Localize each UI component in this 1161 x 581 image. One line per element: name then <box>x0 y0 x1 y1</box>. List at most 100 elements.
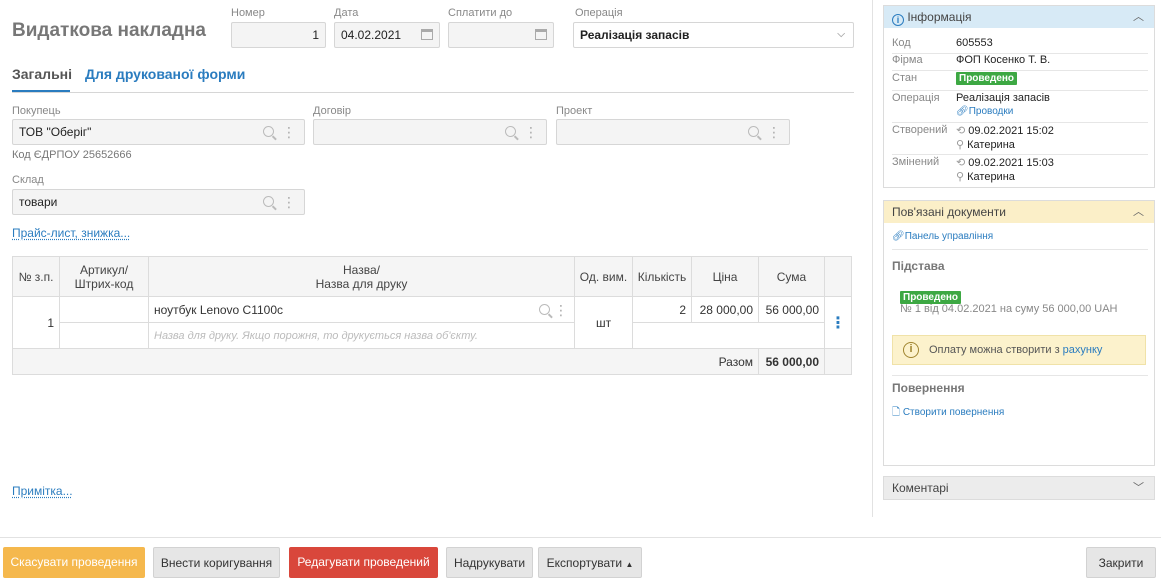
table-row-print-name[interactable]: Назва для друку. Якщо порожня, то друкує… <box>13 322 852 349</box>
date-label: Дата <box>334 7 359 19</box>
col-unit: Од. вим. <box>574 256 633 297</box>
chevron-up-icon[interactable]: ︿ <box>1133 201 1144 223</box>
operation-label: Операція <box>575 7 623 19</box>
col-qty: Кількість <box>632 256 692 297</box>
page-title: Видаткова накладна <box>12 20 206 41</box>
info-row-operation: Операція Реалізація запасів 🔗︎Проводки <box>892 92 1050 117</box>
edit-posted-button[interactable]: Редагувати проведений <box>289 547 438 578</box>
items-table: № з.п. Артикул/ Штрих-код Назва/ Назва д… <box>12 256 852 375</box>
calendar-icon[interactable] <box>421 29 433 40</box>
project-label: Проект <box>556 105 593 117</box>
number-field[interactable]: 1 <box>231 22 326 48</box>
col-sum: Сума <box>758 256 825 297</box>
search-icon[interactable] <box>748 126 759 137</box>
col-actions <box>824 256 852 297</box>
pricelist-link[interactable]: Прайс-лист, знижка... <box>12 226 130 240</box>
col-name: Назва/ Назва для друку <box>148 256 575 297</box>
comments-panel-header[interactable]: Коментарі ﹀ <box>884 477 1154 499</box>
operation-select[interactable]: Реалізація запасів ⌵ <box>573 22 854 48</box>
clock-icon: ⟲ <box>956 125 966 137</box>
more-icon[interactable]: ⋮ <box>554 297 568 323</box>
search-icon[interactable] <box>505 126 516 137</box>
tab-general[interactable]: Загальні <box>12 66 72 82</box>
payment-note: Оплату можна створити з рахунку <box>929 344 1103 356</box>
info-panel-header[interactable]: i Інформація ︿ <box>884 6 1154 28</box>
project-field[interactable]: ⋮ <box>556 119 790 145</box>
row-qty[interactable]: 2 <box>632 296 692 323</box>
link-icon: 🔗︎ <box>956 106 969 117</box>
tab-print-form[interactable]: Для друкованої форми <box>85 66 245 82</box>
more-icon[interactable]: ⋮ <box>524 120 538 144</box>
search-icon[interactable] <box>263 126 274 137</box>
warehouse-field[interactable]: товари ⋮ <box>12 189 305 215</box>
info-panel: i Інформація ︿ Код 605553 Фірма ФОП Косе… <box>883 5 1155 188</box>
row-price[interactable]: 28 000,00 <box>691 296 759 323</box>
buyer-label: Покупець <box>12 105 61 117</box>
info-row-modified: Змінений ⟲ 09.02.2021 15:03 ⚲ Катерина <box>892 156 1054 183</box>
status-badge: Проведено <box>956 72 1018 85</box>
col-num: № з.п. <box>12 256 60 297</box>
more-icon[interactable]: ⋮ <box>282 190 296 214</box>
print-button[interactable]: Надрукувати <box>446 547 533 578</box>
table-row[interactable]: 1 ноутбук Lenovo C1100c ⋮ шт 2 28 000,00… <box>12 296 852 349</box>
create-return-link[interactable]: 🗋 Створити повернення <box>892 405 1004 422</box>
chevron-down-icon: ⌵ <box>837 29 845 40</box>
total-label: Разом <box>12 348 759 375</box>
control-panel-link[interactable]: 🔗︎Панель управління <box>892 231 993 242</box>
print-name-input[interactable]: Назва для друку. Якщо порожня, то друкує… <box>148 322 575 349</box>
contract-label: Договір <box>313 105 351 117</box>
user-icon: ⚲ <box>956 171 965 183</box>
row-article-2[interactable] <box>59 322 149 349</box>
basis-document-link[interactable]: № 1 від 04.02.2021 на суму 56 000,00 UAH <box>900 303 1118 315</box>
row-sum[interactable]: 56 000,00 <box>758 296 825 323</box>
table-total-row: Разом 56 000,00 <box>12 348 852 375</box>
clock-icon: ⟲ <box>956 157 966 169</box>
col-article: Артикул/ Штрих-код <box>59 256 149 297</box>
edrpou-code: Код ЄДРПОУ 25652666 <box>12 149 132 161</box>
search-icon[interactable] <box>263 196 274 207</box>
basis-label: Підстава <box>892 259 945 273</box>
note-link[interactable]: Примітка... <box>12 484 73 498</box>
tabs-divider <box>12 92 854 93</box>
related-header-label: Пов'язані документи <box>892 205 1006 219</box>
document-icon: 🗋 <box>892 407 901 418</box>
related-docs-panel: Пов'язані документи ︿ 🔗︎Панель управлінн… <box>883 200 1155 466</box>
warehouse-label: Склад <box>12 174 44 186</box>
link-icon: 🔗︎ <box>892 231 905 242</box>
footer-divider <box>0 537 1161 538</box>
invoice-link[interactable]: рахунку <box>1063 344 1103 356</box>
number-label: Номер <box>231 7 265 19</box>
pay-until-field[interactable] <box>448 22 554 48</box>
comments-header-label: Коментарі <box>892 481 949 495</box>
comments-panel[interactable]: Коментарі ﹀ <box>883 476 1155 500</box>
chevron-up-icon[interactable]: ︿ <box>1133 6 1144 28</box>
total-empty <box>824 348 852 375</box>
postings-link[interactable]: 🔗︎Проводки <box>956 106 1013 117</box>
row-article[interactable] <box>59 296 149 323</box>
row-menu-icon[interactable]: ⋮ <box>824 296 852 349</box>
more-icon[interactable]: ⋮ <box>282 120 296 144</box>
contract-field[interactable]: ⋮ <box>313 119 547 145</box>
date-field[interactable]: 04.02.2021 <box>334 22 440 48</box>
related-panel-header[interactable]: Пов'язані документи ︿ <box>884 201 1154 223</box>
payment-warning: i Оплату можна створити з рахунку <box>892 335 1146 365</box>
row-empty-cells <box>632 322 825 349</box>
row-name[interactable]: ноутбук Lenovo C1100c ⋮ <box>148 296 575 323</box>
buyer-value: ТОВ "Оберіг" <box>19 125 92 139</box>
chevron-down-icon[interactable]: ﹀ <box>1133 477 1144 499</box>
info-header-label: Інформація <box>907 10 972 24</box>
date-value: 04.02.2021 <box>341 28 402 42</box>
operation-value: Реалізація запасів <box>580 28 690 42</box>
make-correction-button[interactable]: Внести коригування <box>153 547 280 578</box>
search-icon[interactable] <box>539 304 550 315</box>
row-unit[interactable]: шт <box>574 296 633 349</box>
table-header-row: № з.п. Артикул/ Штрих-код Назва/ Назва д… <box>12 256 852 297</box>
more-icon[interactable]: ⋮ <box>767 120 781 144</box>
returns-label: Повернення <box>892 381 965 395</box>
buyer-field[interactable]: ТОВ "Оберіг" ⋮ <box>12 119 305 145</box>
export-button[interactable]: Експортувати ▲ <box>538 547 642 578</box>
close-button[interactable]: Закрити <box>1086 547 1156 578</box>
cancel-posting-button[interactable]: Скасувати проведення <box>3 547 145 578</box>
calendar-icon[interactable] <box>535 29 547 40</box>
warehouse-value: товари <box>19 195 58 209</box>
